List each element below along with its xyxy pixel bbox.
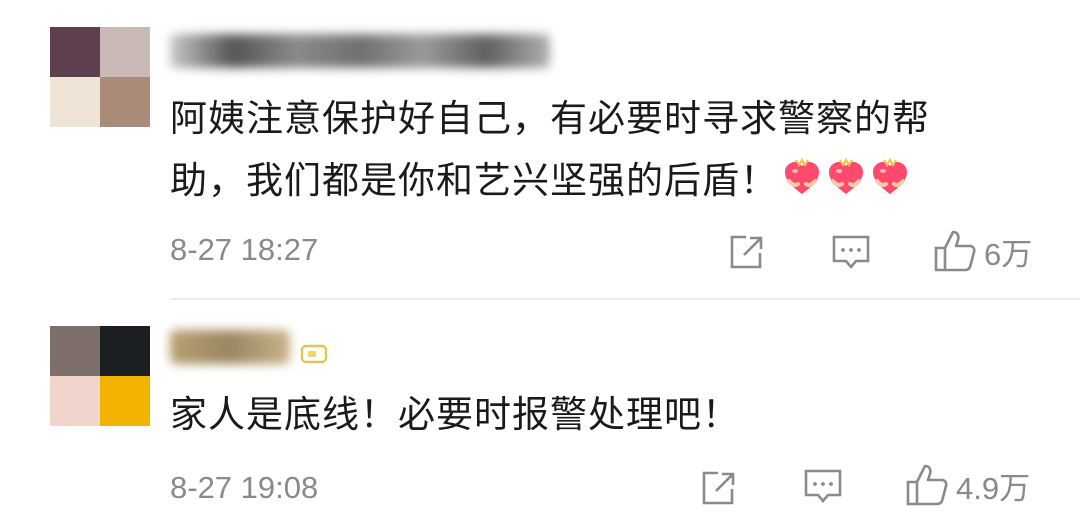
avatar-block	[100, 326, 150, 376]
comment-time: 8-27 18:27	[170, 232, 319, 267]
thumbs-up-icon	[906, 464, 948, 506]
comment-divider	[170, 298, 1080, 300]
like-button[interactable]: 4.9万	[904, 462, 1030, 508]
heart-gift-icon	[873, 158, 907, 194]
comment-text-line-2: 助，我们都是你和艺兴坚强的后盾！	[170, 150, 1050, 216]
username-blurred[interactable]	[170, 330, 290, 364]
heart-gift-icon	[785, 158, 819, 194]
heart-gift-icon	[829, 158, 863, 194]
like-count: 6万	[984, 236, 1033, 272]
share-icon	[702, 471, 735, 505]
avatar-block	[50, 27, 100, 77]
avatar-block	[50, 77, 100, 127]
repost-button[interactable]	[726, 232, 766, 272]
reply-button[interactable]	[802, 466, 844, 508]
reply-button[interactable]	[830, 232, 872, 274]
avatar[interactable]	[50, 27, 150, 127]
comment-text-line: 助，我们都是你和艺兴坚强的后盾！	[170, 159, 778, 202]
comment-text-line: 阿姨注意保护好自己，有必要时寻求警察的帮	[170, 97, 930, 140]
member-badge-icon	[300, 344, 328, 364]
share-icon	[730, 235, 763, 269]
emoji-group	[782, 154, 914, 216]
comment-text-line: 家人是底线！必要时报警处理吧！	[170, 393, 740, 436]
comment-icon	[804, 469, 842, 504]
comment-text: 家人是底线！必要时报警处理吧！	[170, 384, 1050, 446]
like-button[interactable]: 6万	[932, 228, 1032, 274]
avatar[interactable]	[50, 326, 150, 426]
username-blurred[interactable]	[170, 34, 550, 68]
comment-text: 阿姨注意保护好自己，有必要时寻求警察的帮 助，我们都是你和艺兴坚强的后盾！	[170, 88, 1050, 216]
comment-icon	[832, 235, 870, 270]
comment-time: 8-27 19:08	[170, 470, 319, 505]
avatar-block	[50, 326, 100, 376]
like-count: 4.9万	[956, 470, 1031, 506]
thumbs-up-icon	[934, 230, 976, 272]
repost-button[interactable]	[698, 468, 738, 508]
avatar-block	[100, 376, 150, 426]
avatar-block	[100, 27, 150, 77]
avatar-block	[100, 77, 150, 127]
avatar-block	[50, 376, 100, 426]
